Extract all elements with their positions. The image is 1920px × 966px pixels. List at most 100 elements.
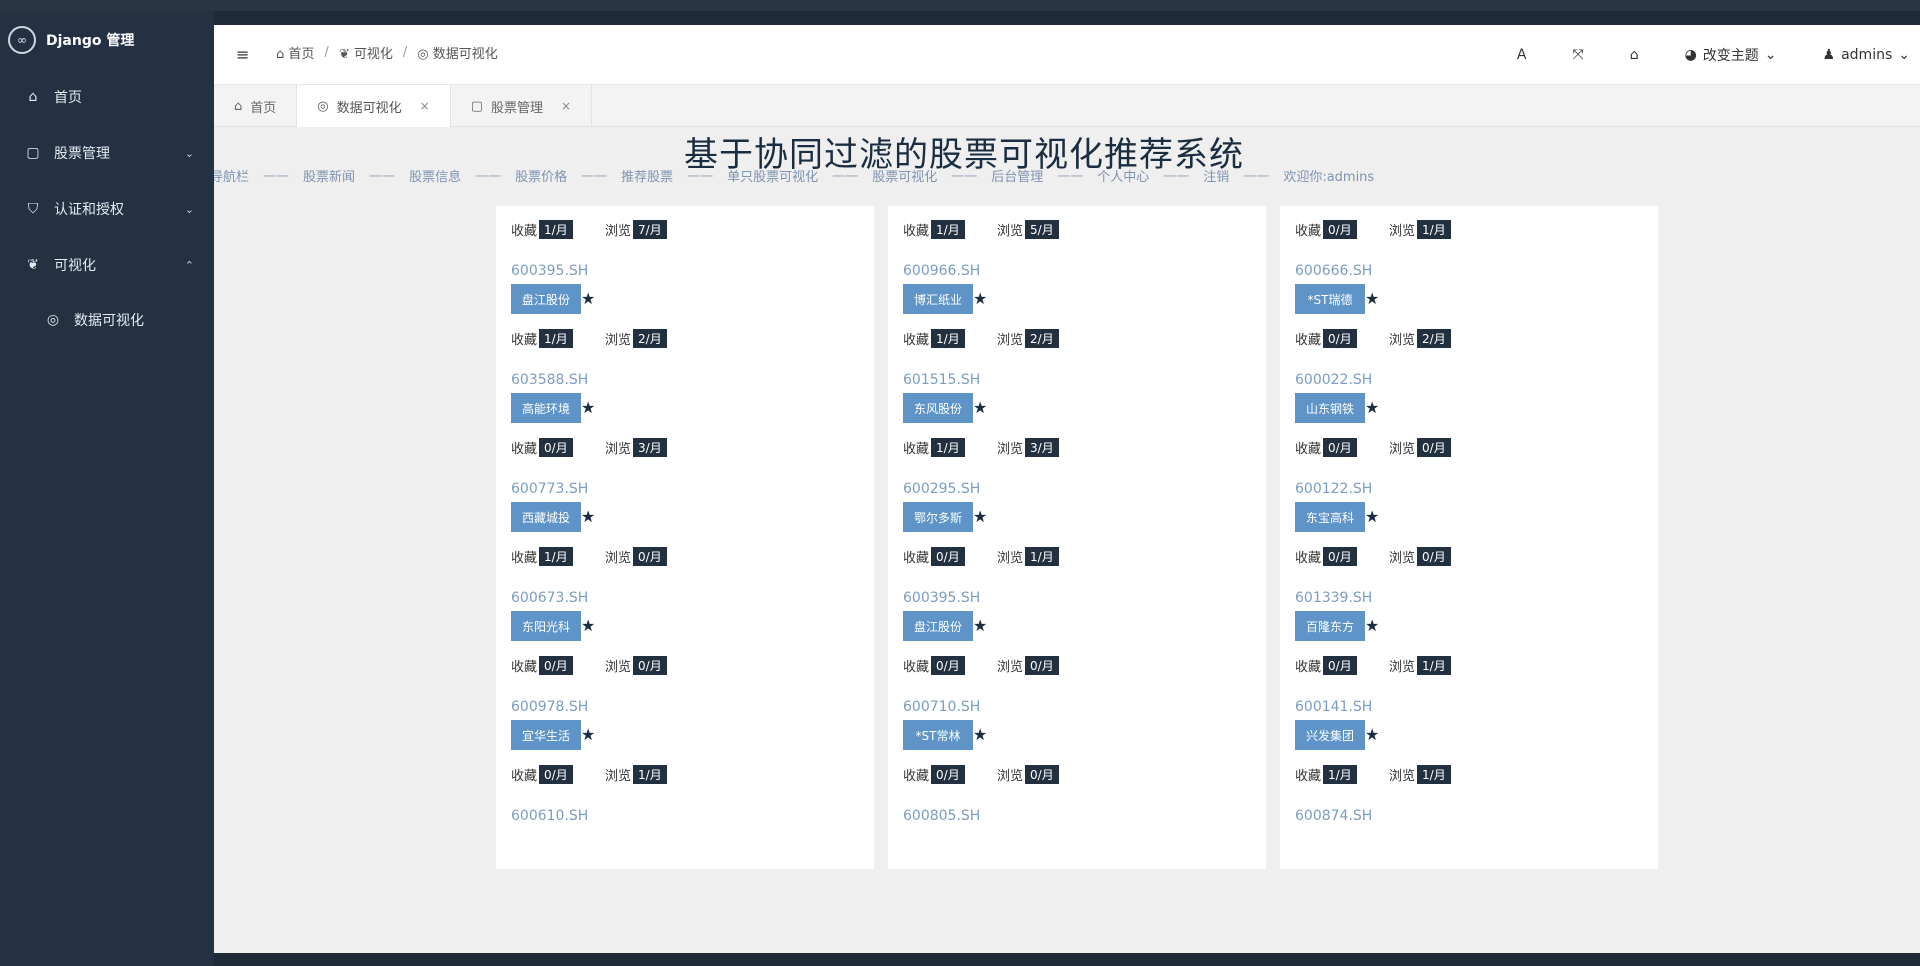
sidebar-item-stock-management[interactable]: ▢ 股票管理 ⌄ (0, 125, 214, 181)
close-icon[interactable]: × (561, 99, 571, 113)
stock-code[interactable]: 600022.SH (1295, 372, 1372, 388)
close-icon[interactable]: × (420, 99, 430, 113)
breadcrumb-data-visualization[interactable]: ◎ 数据可视化 (417, 43, 498, 62)
stock-code[interactable]: 600673.SH (511, 590, 588, 606)
star-icon[interactable]: ★ (581, 289, 595, 308)
star-icon[interactable]: ★ (1365, 398, 1379, 417)
top-nav-link[interactable]: 股票信息 (409, 166, 461, 185)
star-icon[interactable]: ★ (581, 725, 595, 744)
stock-code[interactable]: 601515.SH (903, 372, 980, 388)
stock-card[interactable]: 收藏 1/月 浏览 2/月 603588.SH 高能环境 ★ (496, 315, 874, 433)
stock-card[interactable]: 收藏 0/月 浏览 1/月 600395.SH 盘江股份 ★ (888, 533, 1266, 651)
stock-name-button[interactable]: 东风股份 (903, 393, 973, 423)
stock-name-button[interactable]: 西藏城投 (511, 502, 581, 532)
stock-code[interactable]: 600710.SH (903, 699, 980, 715)
stock-card[interactable]: 收藏 1/月 浏览 0/月 600673.SH 东阳光科 ★ (496, 533, 874, 651)
stock-code[interactable]: 600395.SH (511, 263, 588, 279)
stock-code[interactable]: 600966.SH (903, 263, 980, 279)
stock-card[interactable]: 收藏 0/月 浏览 2/月 600022.SH 山东钢铁 ★ (1280, 315, 1658, 433)
stock-card[interactable]: 收藏 0/月 浏览 0/月 601339.SH 百隆东方 ★ (1280, 533, 1658, 651)
stock-code[interactable]: 603588.SH (511, 372, 588, 388)
home-icon[interactable]: ⌂ (1630, 47, 1639, 63)
stock-card[interactable]: 收藏 1/月 浏览 2/月 601515.SH 东风股份 ★ (888, 315, 1266, 433)
stock-card[interactable]: 收藏 0/月 浏览 0/月 600805.SH (888, 751, 1266, 869)
star-icon[interactable]: ★ (973, 398, 987, 417)
tab-data-visualization[interactable]: ◎ 数据可视化 × (297, 85, 451, 127)
top-nav-link[interactable]: 导航栏 (214, 166, 249, 185)
star-icon[interactable]: ★ (581, 616, 595, 635)
stock-card[interactable]: 收藏 1/月 浏览 7/月 600395.SH 盘江股份 ★ (496, 206, 874, 324)
stock-card[interactable]: 收藏 0/月 浏览 1/月 600610.SH (496, 751, 874, 869)
stock-name-button[interactable]: 盘江股份 (903, 611, 973, 641)
stock-card[interactable]: 收藏 1/月 浏览 5/月 600966.SH 博汇纸业 ★ (888, 206, 1266, 324)
stock-name-button[interactable]: *ST常林 (903, 720, 973, 750)
stock-card[interactable]: 收藏 1/月 浏览 3/月 600295.SH 鄂尔多斯 ★ (888, 424, 1266, 542)
star-icon[interactable]: ★ (1365, 616, 1379, 635)
star-icon[interactable]: ★ (581, 398, 595, 417)
stock-name-button[interactable]: 盘江股份 (511, 284, 581, 314)
stock-name-button[interactable]: 高能环境 (511, 393, 581, 423)
stock-card[interactable]: 收藏 0/月 浏览 0/月 600978.SH 宜华生活 ★ (496, 642, 874, 760)
top-nav-link[interactable]: 股票价格 (515, 166, 567, 185)
stock-code[interactable]: 601339.SH (1295, 590, 1372, 606)
stock-name-button[interactable]: 东宝高科 (1295, 502, 1365, 532)
stock-name-button[interactable]: 鄂尔多斯 (903, 502, 973, 532)
top-nav-link[interactable]: 注销 (1203, 166, 1229, 185)
sidebar-item-data-visualization[interactable]: ◎ 数据可视化 (0, 293, 214, 347)
top-nav-link[interactable]: 个人中心 (1097, 166, 1149, 185)
stock-name-button[interactable]: 百隆东方 (1295, 611, 1365, 641)
star-icon[interactable]: ★ (1365, 507, 1379, 526)
stock-code[interactable]: 600122.SH (1295, 481, 1372, 497)
stock-card[interactable]: 收藏 0/月 浏览 1/月 600666.SH *ST瑞德 ★ (1280, 206, 1658, 324)
stock-card[interactable]: 收藏 1/月 浏览 1/月 600874.SH (1280, 751, 1658, 869)
brand[interactable]: ∞ Django 管理 (0, 11, 214, 69)
stock-code[interactable]: 600610.SH (511, 808, 588, 824)
top-nav-link[interactable]: 后台管理 (991, 166, 1043, 185)
star-icon[interactable]: ★ (973, 507, 987, 526)
stock-name-button[interactable]: *ST瑞德 (1295, 284, 1365, 314)
stock-code[interactable]: 600141.SH (1295, 699, 1372, 715)
star-icon[interactable]: ★ (973, 616, 987, 635)
stock-code[interactable]: 600395.SH (903, 590, 980, 606)
top-nav-link[interactable]: 股票新闻 (303, 166, 355, 185)
sidebar-item-home[interactable]: ⌂ 首页 (0, 69, 214, 125)
stock-code[interactable]: 600978.SH (511, 699, 588, 715)
stock-code[interactable]: 600874.SH (1295, 808, 1372, 824)
tab-stock-management[interactable]: ▢ 股票管理 × (451, 85, 593, 127)
stock-name-button[interactable]: 博汇纸业 (903, 284, 973, 314)
star-icon[interactable]: ★ (1365, 725, 1379, 744)
stock-code[interactable]: 600805.SH (903, 808, 980, 824)
star-icon[interactable]: ★ (581, 507, 595, 526)
star-icon[interactable]: ★ (1365, 289, 1379, 308)
stock-code[interactable]: 600773.SH (511, 481, 588, 497)
stock-name-button[interactable]: 兴发集团 (1295, 720, 1365, 750)
views-label: 浏览 (1389, 551, 1416, 566)
menu-toggle-icon[interactable]: ≡ (236, 45, 249, 64)
stock-code[interactable]: 600666.SH (1295, 263, 1372, 279)
font-size-button[interactable]: A (1517, 47, 1527, 63)
breadcrumb-home[interactable]: ⌂ 首页 (276, 43, 314, 62)
theme-menu[interactable]: ◕ 改变主题 ⌄ (1685, 45, 1777, 65)
star-icon[interactable]: ★ (973, 289, 987, 308)
top-nav-link[interactable]: 股票可视化 (872, 166, 937, 185)
user-menu[interactable]: ♟ admins ⌄ (1823, 47, 1910, 63)
nav-separator: 一一 (263, 170, 290, 185)
top-nav-link[interactable]: 欢迎你:admins (1283, 166, 1374, 185)
stock-code[interactable]: 600295.SH (903, 481, 980, 497)
sidebar-item-visualization[interactable]: ❦ 可视化 ⌃ (0, 237, 214, 293)
tab-home[interactable]: ⌂ 首页 (214, 85, 298, 127)
star-icon[interactable]: ★ (973, 725, 987, 744)
stock-name-button[interactable]: 东阳光科 (511, 611, 581, 641)
views-label: 浏览 (997, 551, 1024, 566)
sidebar-item-auth[interactable]: ⛉ 认证和授权 ⌄ (0, 181, 214, 237)
stock-card[interactable]: 收藏 0/月 浏览 1/月 600141.SH 兴发集团 ★ (1280, 642, 1658, 760)
stock-name-button[interactable]: 山东钢铁 (1295, 393, 1365, 423)
stock-card[interactable]: 收藏 0/月 浏览 3/月 600773.SH 西藏城投 ★ (496, 424, 874, 542)
top-nav-link[interactable]: 推荐股票 (621, 166, 673, 185)
stock-name-button[interactable]: 宜华生活 (511, 720, 581, 750)
breadcrumb-visualization[interactable]: ❦ 可视化 (339, 43, 393, 62)
fullscreen-icon[interactable]: ⤧ (1572, 47, 1583, 63)
stock-card[interactable]: 收藏 0/月 浏览 0/月 600710.SH *ST常林 ★ (888, 642, 1266, 760)
stock-card[interactable]: 收藏 0/月 浏览 0/月 600122.SH 东宝高科 ★ (1280, 424, 1658, 542)
top-nav-link[interactable]: 单只股票可视化 (727, 166, 818, 185)
